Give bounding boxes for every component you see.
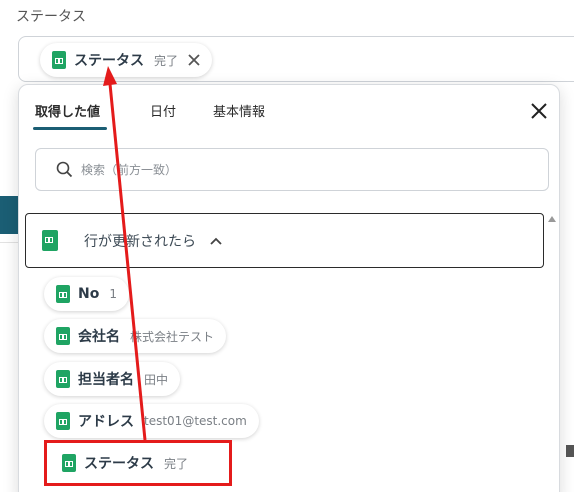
google-sheets-icon — [42, 230, 58, 251]
search-icon — [56, 161, 73, 178]
trigger-group-header[interactable]: 行が更新されたら — [25, 213, 544, 268]
chevron-up-icon — [210, 237, 222, 245]
google-sheets-icon — [56, 370, 70, 388]
item-label: アドレス — [78, 414, 134, 430]
field-label: ステータス — [16, 9, 86, 25]
scrollbar-thumb[interactable] — [566, 445, 574, 457]
highlight-box — [44, 440, 232, 486]
tab-date[interactable]: 日付 — [150, 101, 176, 120]
tab-basic-info[interactable]: 基本情報 — [213, 101, 265, 120]
item-value: 田中 — [144, 372, 169, 387]
item-value: test01@test.com — [144, 414, 247, 428]
item-label: 担当者名 — [78, 372, 134, 388]
close-icon[interactable] — [188, 54, 200, 66]
selected-value-chip[interactable]: ステータス 完了 — [40, 43, 213, 77]
list-item[interactable]: アドレス test01@test.com — [44, 404, 259, 438]
active-tab-indicator — [33, 127, 107, 130]
list-item[interactable]: No 1 — [44, 277, 129, 311]
google-sheets-icon — [56, 285, 70, 303]
tab-fetched-values[interactable]: 取得した値 — [35, 101, 100, 120]
chip-label: ステータス — [74, 53, 144, 69]
google-sheets-icon — [56, 327, 70, 345]
search-placeholder: 検索（前方一致） — [81, 163, 178, 177]
side-panel-edge — [0, 196, 18, 234]
item-label: No — [78, 286, 100, 302]
item-label: 会社名 — [78, 329, 120, 345]
item-value: 1 — [109, 287, 117, 301]
google-sheets-icon — [52, 51, 66, 69]
divider — [0, 242, 18, 243]
group-title: 行が更新されたら — [84, 233, 196, 250]
google-sheets-icon — [56, 412, 70, 430]
scroll-up-arrow[interactable] — [548, 216, 556, 222]
tab-bar: 取得した値 日付 基本情報 — [19, 85, 559, 133]
list-item[interactable]: 担当者名 田中 — [44, 362, 181, 396]
close-icon[interactable] — [529, 101, 549, 121]
search-input[interactable]: 検索（前方一致） — [35, 148, 549, 191]
chip-value: 完了 — [154, 53, 179, 68]
list-item[interactable]: 会社名 株式会社テスト — [44, 319, 227, 353]
item-value: 株式会社テスト — [130, 329, 215, 344]
